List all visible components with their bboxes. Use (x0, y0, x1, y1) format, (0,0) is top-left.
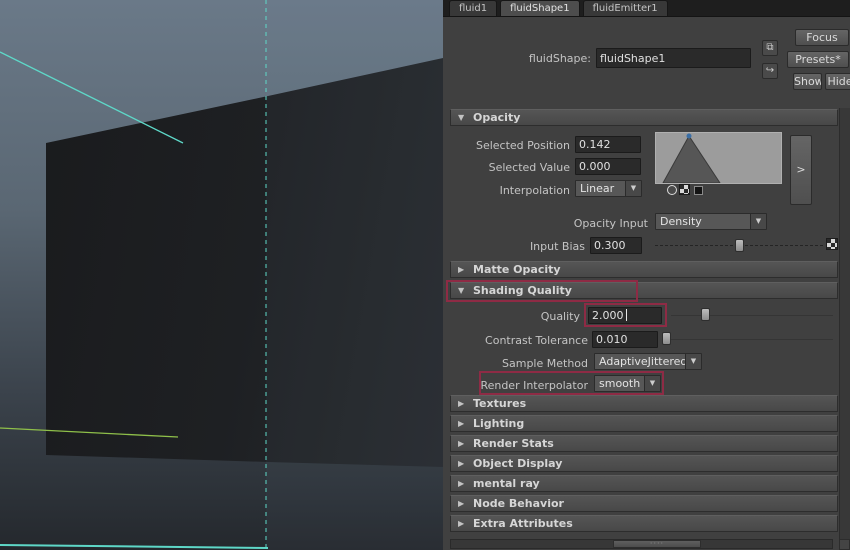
sample-method-label: Sample Method (502, 357, 588, 370)
section-mental-ray-header[interactable]: ▶ mental ray (450, 475, 838, 492)
attribute-editor-panel: fluid1 fluidShape1 fluidEmitter1 fluidSh… (443, 0, 850, 550)
presets-button[interactable]: Presets* (787, 51, 849, 68)
chevron-down-icon: ▼ (750, 214, 766, 229)
input-bias-field[interactable] (590, 237, 642, 254)
ramp-value-handle[interactable] (694, 186, 703, 195)
triangle-right-icon: ▶ (458, 459, 465, 468)
chevron-down-icon: ▼ (644, 376, 660, 391)
copy-tab-icon[interactable]: ⧉ (762, 40, 778, 56)
triangle-right-icon: ▶ (458, 499, 465, 508)
selected-value-field[interactable] (575, 158, 641, 175)
selected-position-label: Selected Position (475, 139, 570, 152)
contrast-tolerance-slider-handle[interactable] (662, 332, 671, 345)
ramp-texture-checker-icon[interactable] (679, 184, 690, 195)
triangle-right-icon: ▶ (458, 439, 465, 448)
contrast-tolerance-label: Contrast Tolerance (485, 334, 588, 347)
tab-fluid1[interactable]: fluid1 (449, 0, 498, 16)
list-mode-icon[interactable]: ↪ (762, 63, 778, 79)
maya-window: fluid1 fluidShape1 fluidEmitter1 fluidSh… (0, 0, 850, 550)
quality-field[interactable] (588, 307, 662, 324)
section-lighting-header[interactable]: ▶ Lighting (450, 415, 838, 432)
chevron-down-icon: ▼ (625, 181, 641, 196)
section-node-behavior-header[interactable]: ▶ Node Behavior (450, 495, 838, 512)
section-title: Textures (473, 397, 527, 410)
focus-button[interactable]: Focus (795, 29, 849, 46)
section-shading-quality-header[interactable]: ▼ Shading Quality (450, 282, 838, 299)
triangle-right-icon: ▶ (458, 399, 465, 408)
render-interpolator-label: Render Interpolator (480, 379, 588, 392)
dropdown-value: smooth (599, 377, 641, 390)
section-title: mental ray (473, 477, 540, 490)
contrast-tolerance-slider-track[interactable] (665, 339, 833, 340)
triangle-down-icon: ▼ (458, 113, 465, 122)
selected-position-field[interactable] (575, 136, 641, 153)
input-bias-slider-handle[interactable] (735, 239, 744, 252)
opacity-ramp-curve (656, 133, 781, 184)
tab-fluidemitter1[interactable]: fluidEmitter1 (582, 0, 668, 16)
section-title: Extra Attributes (473, 517, 573, 530)
selected-value-label: Selected Value (488, 161, 570, 174)
interpolation-dropdown[interactable]: Linear ▼ (575, 180, 642, 197)
input-bias-label: Input Bias (529, 240, 585, 253)
container-edge-line (0, 51, 184, 144)
node-type-label: fluidShape: (528, 52, 591, 65)
section-title: Matte Opacity (473, 263, 561, 276)
triangle-right-icon: ▶ (458, 265, 465, 274)
section-title: Render Stats (473, 437, 554, 450)
quality-slider-track[interactable] (671, 315, 833, 316)
quality-label: Quality (540, 310, 580, 323)
triangle-right-icon: ▶ (458, 519, 465, 528)
hide-button[interactable]: Hide (825, 73, 850, 90)
scrollbar-corner (839, 539, 850, 550)
attribute-editor-tab-bar: fluid1 fluidShape1 fluidEmitter1 (443, 0, 850, 17)
dropdown-value: Density (660, 215, 702, 228)
input-bias-map-icon[interactable] (826, 238, 838, 250)
ramp-expand-button[interactable]: > (790, 135, 812, 205)
quality-slider-handle[interactable] (701, 308, 710, 321)
viewport-3d[interactable] (0, 0, 444, 550)
section-title: Object Display (473, 457, 563, 470)
opacity-input-dropdown[interactable]: Density ▼ (655, 213, 767, 230)
triangle-right-icon: ▶ (458, 419, 465, 428)
interpolation-label: Interpolation (499, 184, 570, 197)
ground-edge-line (0, 427, 179, 438)
section-title: Node Behavior (473, 497, 564, 510)
dropdown-value: AdaptiveJittered (599, 355, 685, 368)
wireframe-overlay (0, 0, 269, 550)
show-button[interactable]: Show (793, 73, 822, 90)
section-opacity-header[interactable]: ▼ Opacity (450, 109, 838, 126)
container-bottom-edge-line (0, 544, 269, 549)
triangle-right-icon: ▶ (458, 479, 465, 488)
section-render-stats-header[interactable]: ▶ Render Stats (450, 435, 838, 452)
render-interpolator-dropdown[interactable]: smooth ▼ (594, 375, 661, 392)
chevron-down-icon: ▼ (685, 354, 701, 369)
dropdown-value: Linear (580, 182, 615, 195)
section-extra-attributes-header[interactable]: ▶ Extra Attributes (450, 515, 838, 532)
horizontal-scrollbar-handle[interactable]: ···· (613, 540, 701, 548)
opacity-input-label: Opacity Input (573, 217, 648, 230)
section-textures-header[interactable]: ▶ Textures (450, 395, 838, 412)
section-object-display-header[interactable]: ▶ Object Display (450, 455, 838, 472)
node-name-field[interactable] (596, 48, 751, 68)
tab-fluidshape1[interactable]: fluidShape1 (500, 0, 580, 16)
section-matte-opacity-header[interactable]: ▶ Matte Opacity (450, 261, 838, 278)
section-title: Opacity (473, 111, 521, 124)
contrast-tolerance-field[interactable] (592, 331, 658, 348)
sample-method-dropdown[interactable]: AdaptiveJittered ▼ (594, 353, 702, 370)
section-title: Lighting (473, 417, 525, 430)
text-cursor (626, 309, 627, 321)
opacity-ramp-widget[interactable] (655, 132, 782, 184)
triangle-down-icon: ▼ (458, 286, 465, 295)
ramp-position-handle[interactable] (667, 185, 677, 195)
vertical-scrollbar-track[interactable] (839, 108, 850, 539)
section-title: Shading Quality (473, 284, 572, 297)
